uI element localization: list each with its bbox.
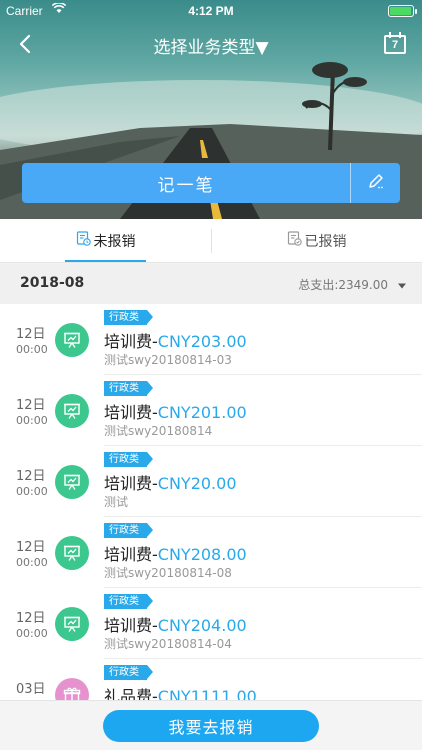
item-time: 00:00 (16, 556, 48, 569)
presentation-icon (55, 465, 89, 499)
item-time: 00:00 (16, 343, 48, 356)
pencil-icon (367, 172, 385, 194)
expense-item[interactable]: 12日 00:00 行政类 培训费-CNY201.00 测试swy2018081… (0, 375, 422, 446)
item-title-line: 培训费-CNY204.00 (104, 612, 247, 636)
item-title: 培训费- (104, 403, 158, 422)
item-note: 测试swy20180814 (104, 424, 213, 438)
item-day: 12日 (16, 398, 46, 413)
expense-item[interactable]: 12日 00:00 行政类 培训费-CNY203.00 测试swy2018081… (0, 304, 422, 375)
collapse-triangle-icon[interactable] (396, 277, 408, 289)
item-note: 测试swy20180814-03 (104, 353, 232, 367)
item-day: 03日 (16, 682, 46, 697)
item-day: 12日 (16, 327, 46, 342)
calendar-icon[interactable]: 7 (384, 32, 406, 54)
record-expense-button[interactable]: 记一笔 (22, 163, 350, 203)
status-bar: Carrier 4:12 PM (0, 0, 422, 22)
header-banner: Carrier 4:12 PM 选择业务类型▼ 7 记一笔 (0, 0, 422, 219)
item-amount: CNY208.00 (157, 545, 247, 564)
document-clock-icon (76, 231, 91, 250)
tab-unreimbursed-label: 未报销 (93, 233, 136, 250)
item-title-line: 培训费-CNY20.00 (104, 470, 237, 494)
presentation-icon (55, 323, 89, 357)
expense-item[interactable]: 12日 00:00 行政类 培训费-CNY208.00 测试swy2018081… (0, 517, 422, 588)
category-tag: 行政类 (104, 381, 153, 396)
item-note: 测试swy20180814-08 (104, 566, 232, 580)
category-tag: 行政类 (104, 310, 153, 325)
category-tag: 行政类 (104, 523, 153, 538)
item-title-line: 礼品费-CNY1111.00 (104, 683, 257, 700)
clock-time: 4:12 PM (188, 4, 234, 18)
item-amount: CNY1111.00 (157, 687, 257, 700)
item-title-line: 培训费-CNY208.00 (104, 541, 247, 565)
expense-item[interactable]: 12日 00:00 行政类 培训费-CNY204.00 测试swy2018081… (0, 588, 422, 659)
edit-button[interactable] (350, 163, 400, 203)
item-day: 12日 (16, 540, 46, 555)
expense-item[interactable]: 12日 00:00 行政类 培训费-CNY20.00 测试 (0, 446, 422, 517)
expense-item[interactable]: 03日 行政类 礼品费-CNY1111.00 (0, 659, 422, 700)
item-time: 00:00 (16, 627, 48, 640)
tab-reimbursed[interactable]: 已报销 (211, 219, 422, 262)
item-note: 测试swy20180814-04 (104, 637, 232, 651)
reimbursement-tabs: 未报销 已报销 (0, 219, 422, 263)
month-label: 2018-08 (20, 275, 85, 291)
presentation-icon (55, 394, 89, 428)
item-title-line: 培训费-CNY203.00 (104, 328, 247, 352)
nav-bar: 选择业务类型▼ 7 (0, 22, 422, 66)
category-tag: 行政类 (104, 452, 153, 467)
go-reimburse-button[interactable]: 我要去报销 (103, 710, 319, 742)
item-day: 12日 (16, 611, 46, 626)
calendar-day: 7 (391, 39, 399, 51)
item-amount: CNY201.00 (157, 403, 247, 422)
tab-divider (211, 229, 212, 253)
expense-list: 12日 00:00 行政类 培训费-CNY203.00 测试swy2018081… (0, 304, 422, 700)
tab-unreimbursed[interactable]: 未报销 (0, 219, 211, 262)
presentation-icon (55, 536, 89, 570)
item-amount: CNY204.00 (157, 616, 247, 635)
bottom-bar: 我要去报销 (0, 700, 422, 750)
item-amount: CNY203.00 (157, 332, 247, 351)
item-title: 培训费- (104, 332, 158, 351)
item-time: 00:00 (16, 414, 48, 427)
presentation-icon (55, 607, 89, 641)
record-bar: 记一笔 (22, 163, 400, 203)
item-day: 12日 (16, 469, 46, 484)
item-title: 培训费- (104, 616, 158, 635)
gift-icon (55, 678, 89, 700)
category-tag: 行政类 (104, 665, 153, 680)
category-tag: 行政类 (104, 594, 153, 609)
tab-reimbursed-label: 已报销 (304, 233, 347, 250)
item-title-line: 培训费-CNY201.00 (104, 399, 247, 423)
item-note: 测试 (104, 495, 129, 509)
item-title: 礼品费- (104, 687, 158, 700)
total-expense: 总支出:2349.00 (298, 278, 388, 292)
item-amount: CNY20.00 (157, 474, 237, 493)
item-time: 00:00 (16, 485, 48, 498)
item-title: 培训费- (104, 474, 158, 493)
business-type-selector[interactable]: 选择业务类型▼ (0, 33, 422, 58)
month-header: 2018-08 总支出:2349.00 (0, 264, 422, 304)
item-title: 培训费- (104, 545, 158, 564)
document-check-icon (287, 231, 302, 250)
battery-icon (388, 5, 417, 17)
